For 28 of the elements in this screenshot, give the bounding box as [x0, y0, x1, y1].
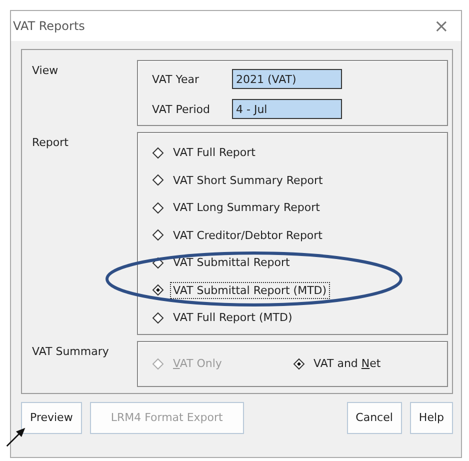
radio-button[interactable] [152, 202, 164, 214]
field-label: VAT Period [152, 102, 212, 116]
dialog-button[interactable]: Preview [21, 402, 82, 434]
radio-button[interactable] [152, 312, 164, 324]
section-label: VAT Summary [32, 344, 110, 358]
radio-button[interactable] [152, 174, 164, 186]
radio-button[interactable] [292, 358, 304, 370]
section-label: View [32, 63, 60, 77]
radio-label[interactable]: VAT Creditor/Debtor Report [170, 226, 326, 244]
input-field[interactable]: 4 - Jul [232, 99, 342, 119]
radio-label[interactable]: VAT Submittal Report [170, 254, 293, 272]
radio-button[interactable] [152, 146, 164, 159]
radio-label[interactable]: VAT Full Report [170, 144, 258, 162]
radio-label[interactable]: VAT Short Summary Report [170, 172, 326, 189]
input-field[interactable]: 2021 (VAT) [232, 69, 342, 89]
radio-button[interactable] [152, 229, 164, 242]
close-button[interactable]: × [430, 16, 453, 36]
dialog-button[interactable]: Help [410, 402, 453, 434]
window-title: VAT Reports [13, 19, 85, 33]
radio-label[interactable]: VAT Submittal Report (MTD) [170, 282, 330, 299]
radio-button[interactable] [152, 256, 164, 269]
radio-label[interactable]: VAT and Net [310, 355, 384, 372]
dialog-button[interactable]: Cancel [346, 402, 402, 434]
field-label: VAT Year [152, 72, 200, 86]
radio-label[interactable]: VAT Full Report (MTD) [170, 309, 296, 326]
radio-button[interactable] [152, 284, 164, 296]
section-label: Report [32, 135, 70, 149]
radio-label[interactable]: VAT Long Summary Report [170, 199, 323, 216]
